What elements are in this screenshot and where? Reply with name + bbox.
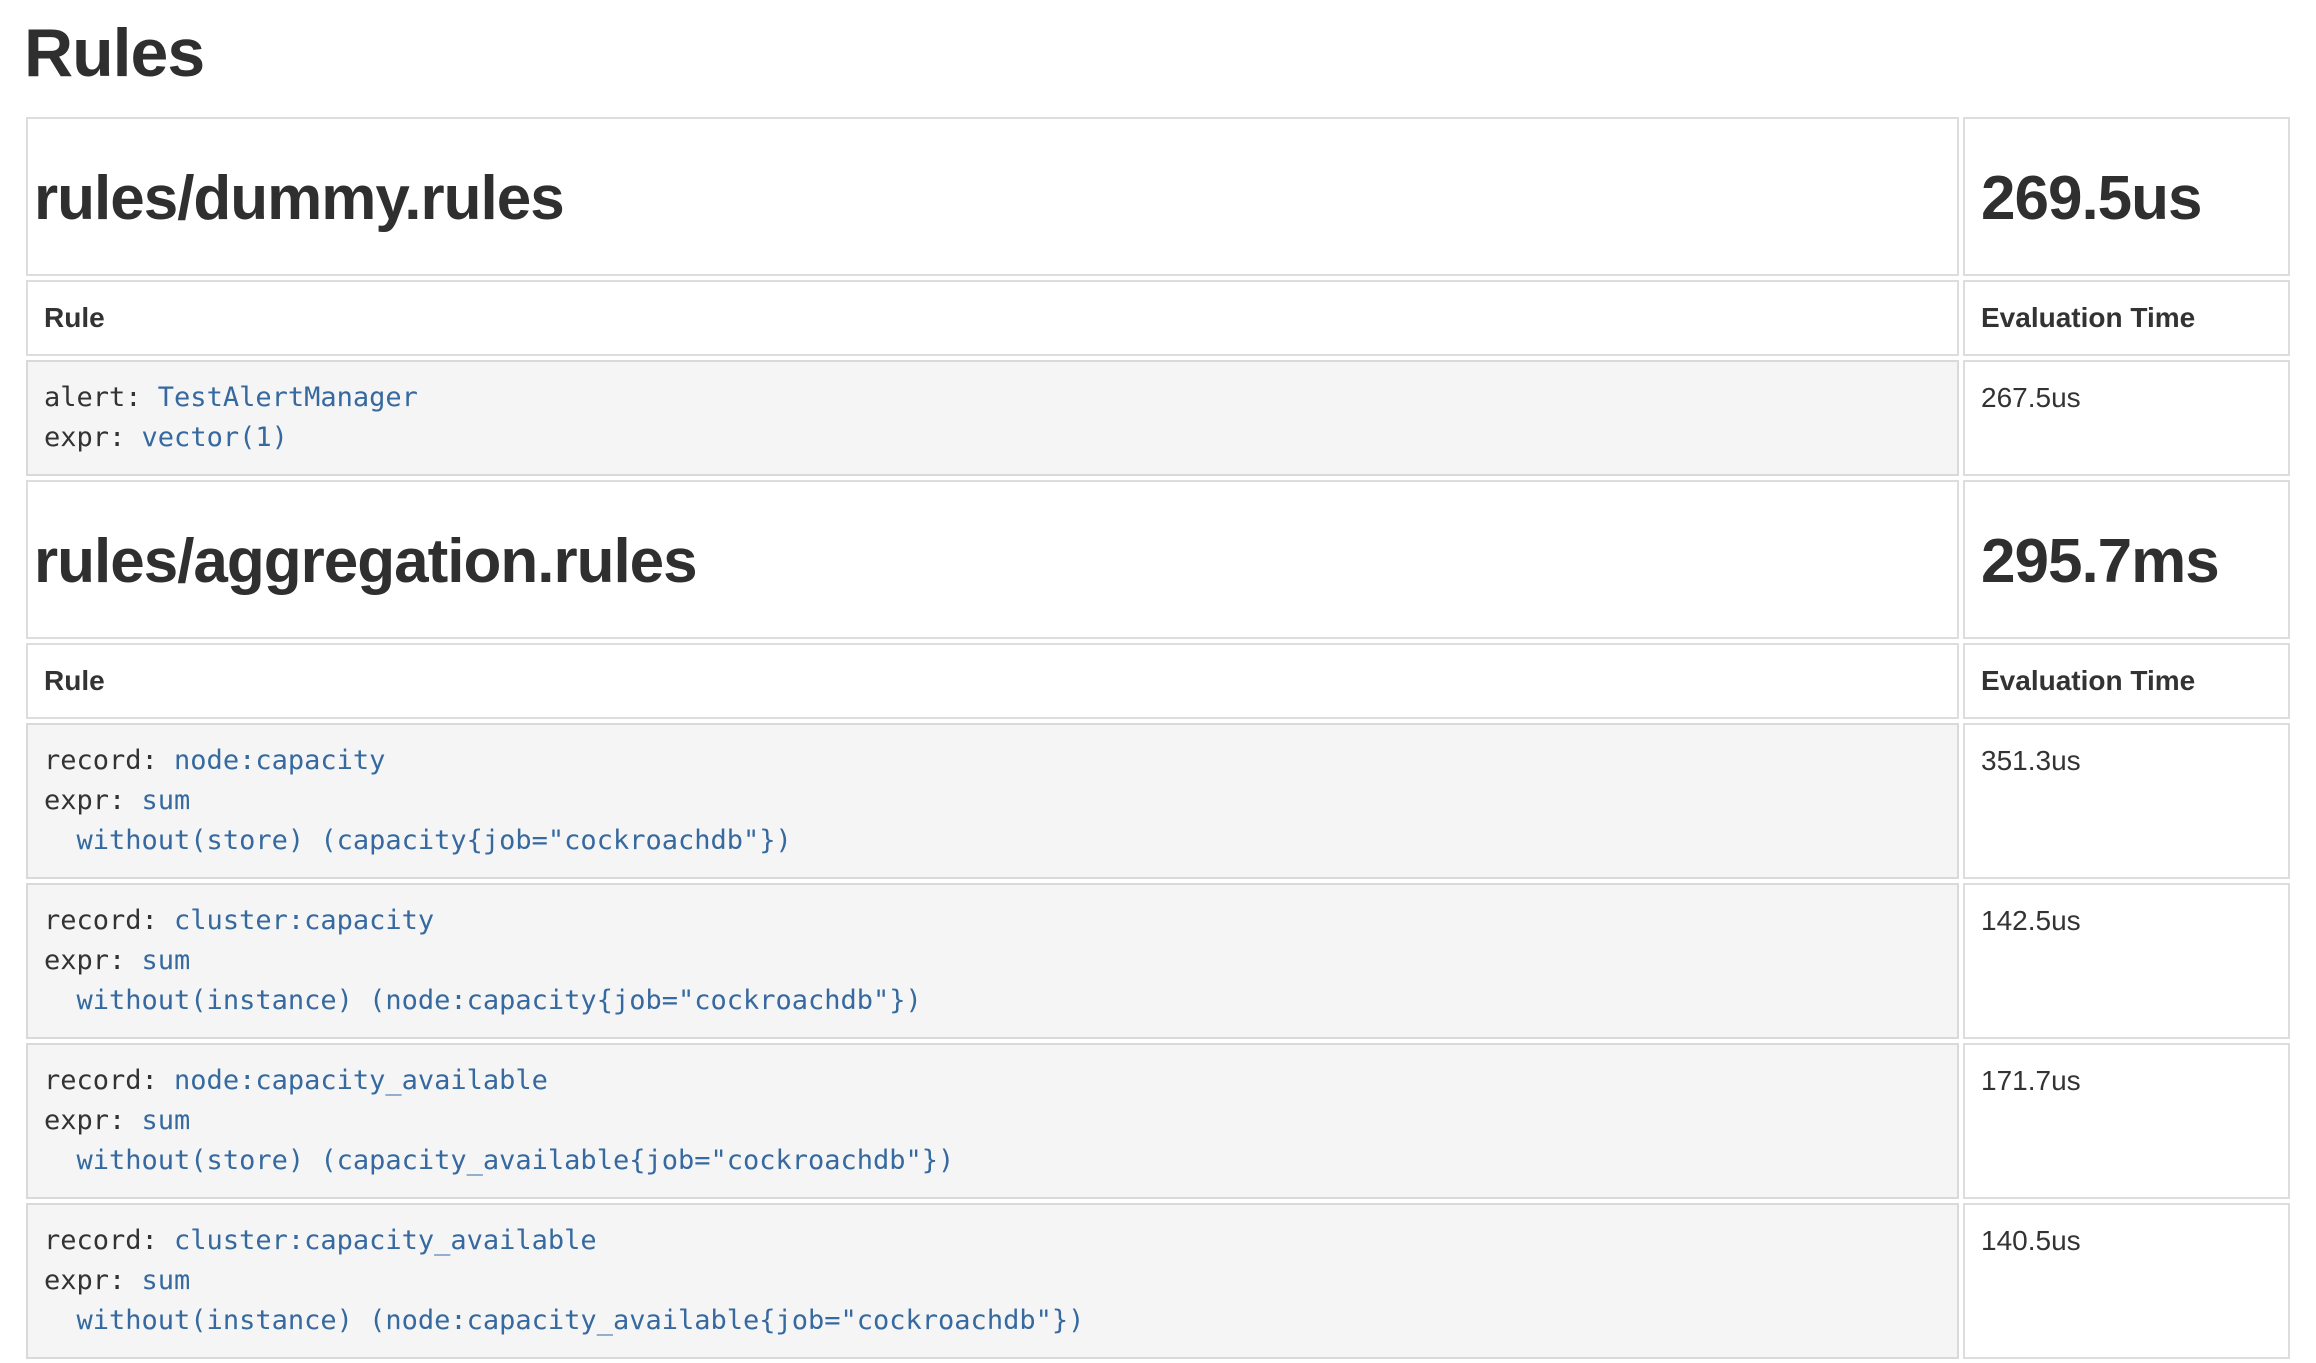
rule-group-evaluation-time: 269.5us [1981,163,2272,234]
rule-keyword: record: [44,1225,174,1256]
rule-keyword: expr: [44,945,142,976]
rule-definition: record: node:capacity expr: sum without(… [44,741,1941,861]
rule-keyword: alert: [44,382,158,413]
rule-keyword: expr: [44,785,142,816]
rule-link[interactable]: sum without(store) (capacity_available{j… [44,1105,954,1176]
rule-evaluation-time: 351.3us [1963,723,2290,879]
rule-evaluation-time: 267.5us [1963,360,2290,476]
rule-link[interactable]: vector(1) [142,422,288,453]
column-header-evaluation-time: Evaluation Time [1963,643,2290,719]
rule-link[interactable]: node:capacity [174,745,385,776]
rule-link[interactable]: node:capacity_available [174,1065,548,1096]
rule-link[interactable]: sum without(instance) (node:capacity_ava… [44,1265,1084,1336]
rule-group-row: rules/aggregation.rules 295.7ms [26,480,2290,639]
page-title: Rules [22,16,2294,91]
rule-keyword: record: [44,745,174,776]
rule-evaluation-time: 140.5us [1963,1203,2290,1359]
rule-link[interactable]: sum without(instance) (node:capacity{job… [44,945,922,1016]
rule-definition-cell: alert: TestAlertManager expr: vector(1) [26,360,1959,476]
rule-definition-cell: record: node:capacity_available expr: su… [26,1043,1959,1199]
rule-evaluation-time: 171.7us [1963,1043,2290,1199]
rule-keyword: record: [44,905,174,936]
rule-definition: record: cluster:capacity_available expr:… [44,1221,1941,1341]
rule-definition-cell: record: cluster:capacity_available expr:… [26,1203,1959,1359]
rule-group-evaluation-time: 295.7ms [1981,526,2272,597]
rule-group-file-cell: rules/aggregation.rules [26,480,1959,639]
rule-group-file-cell: rules/dummy.rules [26,117,1959,276]
rule-definition: alert: TestAlertManager expr: vector(1) [44,378,1941,458]
rule-definition: record: cluster:capacity expr: sum witho… [44,901,1941,1021]
rule-row: record: node:capacity_available expr: su… [26,1043,2290,1199]
rule-row: record: cluster:capacity_available expr:… [26,1203,2290,1359]
rule-group-file: rules/aggregation.rules [34,526,1941,597]
rule-keyword: expr: [44,422,142,453]
rule-definition-cell: record: node:capacity expr: sum without(… [26,723,1959,879]
rule-group-row: rules/dummy.rules 269.5us [26,117,2290,276]
column-header-rule: Rule [26,643,1959,719]
rule-evaluation-time: 142.5us [1963,883,2290,1039]
column-header-row: RuleEvaluation Time [26,280,2290,356]
rule-keyword: expr: [44,1265,142,1296]
column-header-rule: Rule [26,280,1959,356]
rule-link[interactable]: cluster:capacity [174,905,434,936]
rule-group-evaluation-time-cell: 295.7ms [1963,480,2290,639]
rule-row: record: cluster:capacity expr: sum witho… [26,883,2290,1039]
rule-row: record: node:capacity expr: sum without(… [26,723,2290,879]
rule-definition: record: node:capacity_available expr: su… [44,1061,1941,1181]
rule-keyword: record: [44,1065,174,1096]
rule-row: alert: TestAlertManager expr: vector(1) 2… [26,360,2290,476]
column-header-evaluation-time: Evaluation Time [1963,280,2290,356]
rule-group-file: rules/dummy.rules [34,163,1941,234]
rules-table-body: rules/dummy.rules269.5usRuleEvaluation T… [26,117,2290,1360]
rule-link[interactable]: cluster:capacity_available [174,1225,597,1256]
rules-page: Rules rules/dummy.rules269.5usRuleEvalua… [0,16,2316,1363]
column-header-row: RuleEvaluation Time [26,643,2290,719]
rule-keyword: expr: [44,1105,142,1136]
rule-group-evaluation-time-cell: 269.5us [1963,117,2290,276]
rules-table: rules/dummy.rules269.5usRuleEvaluation T… [22,113,2294,1363]
rule-link[interactable]: sum without(store) (capacity{job="cockro… [44,785,792,856]
rule-definition-cell: record: cluster:capacity expr: sum witho… [26,883,1959,1039]
rule-link[interactable]: TestAlertManager [158,382,418,413]
